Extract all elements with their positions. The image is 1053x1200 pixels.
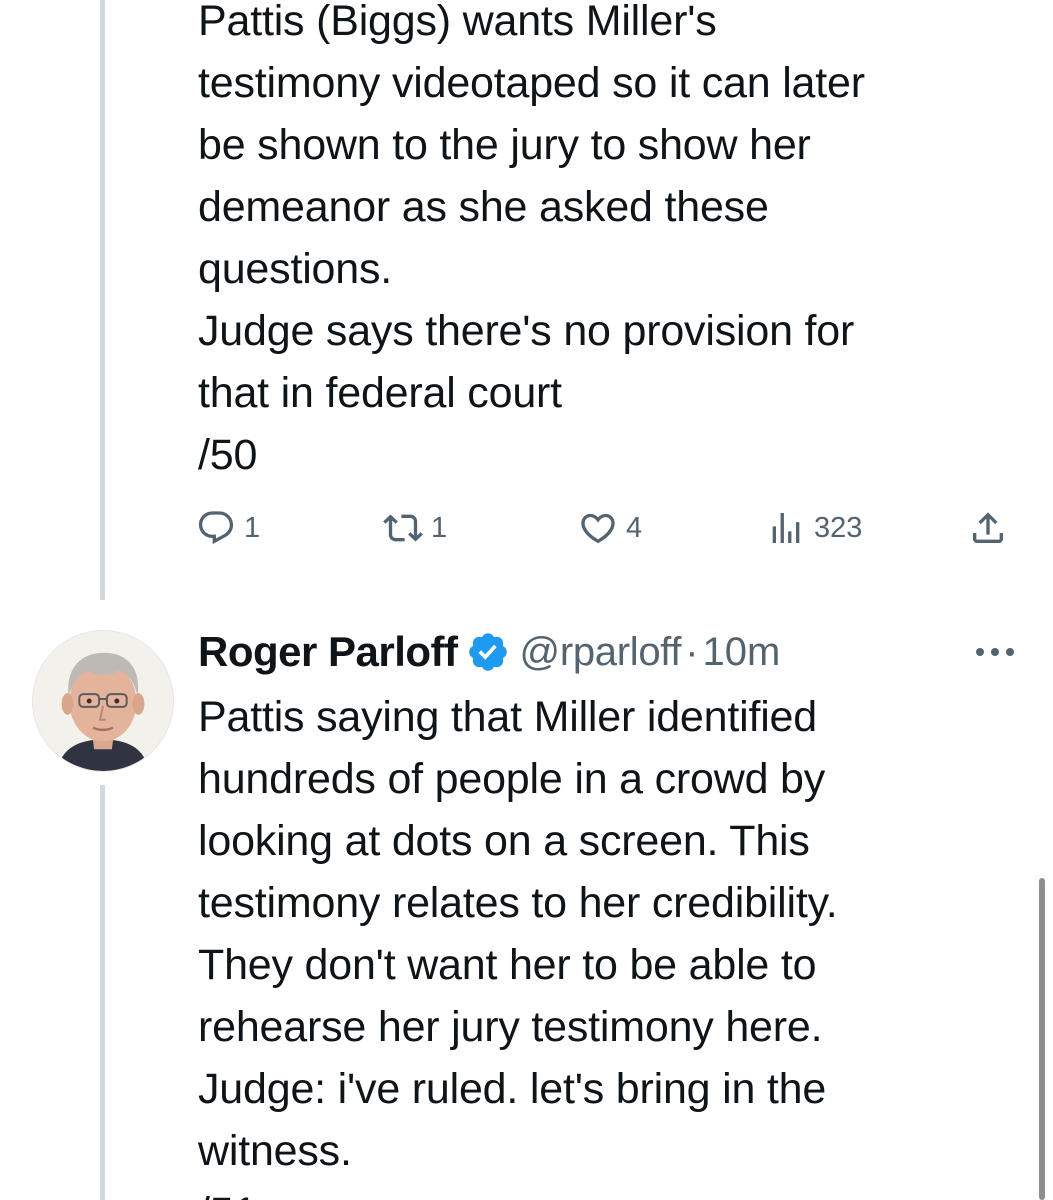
verified-badge-icon bbox=[468, 633, 507, 671]
more-icon bbox=[976, 648, 1014, 656]
avatar-portrait-image bbox=[33, 631, 173, 771]
views-button[interactable]: 323 bbox=[766, 508, 862, 548]
reply-count: 1 bbox=[244, 511, 261, 544]
author-handle[interactable]: @rparloff bbox=[520, 630, 682, 675]
header-separator: · bbox=[685, 629, 699, 674]
like-button[interactable]: 4 bbox=[578, 508, 642, 548]
tweet-timestamp[interactable]: 10m bbox=[703, 630, 781, 675]
retweet-button[interactable]: 1 bbox=[383, 508, 447, 548]
share-icon bbox=[973, 512, 1003, 543]
retweet-count: 1 bbox=[431, 511, 448, 544]
more-options-button[interactable] bbox=[972, 632, 1018, 672]
tweet-text: Pattis (Biggs) wants Miller's testimony … bbox=[198, 0, 865, 479]
tweet-text: Pattis saying that Miller identified hun… bbox=[198, 693, 838, 1200]
views-icon bbox=[772, 513, 800, 543]
scrollbar[interactable] bbox=[1039, 878, 1045, 1200]
retweet-icon bbox=[383, 514, 423, 542]
tweet-header: Roger Parloff @rparloff · 10m bbox=[198, 622, 780, 682]
share-button[interactable] bbox=[968, 508, 1008, 548]
author-name[interactable]: Roger Parloff bbox=[198, 628, 458, 676]
reply-icon bbox=[198, 511, 234, 545]
tweet-actions-bar: 1 1 4 323 bbox=[0, 508, 1053, 568]
author-avatar[interactable] bbox=[32, 630, 174, 772]
thread-connector-line bbox=[100, 785, 105, 1200]
view-count: 323 bbox=[814, 511, 863, 544]
heart-icon bbox=[581, 513, 615, 544]
like-count: 4 bbox=[626, 511, 643, 544]
reply-button[interactable]: 1 bbox=[196, 508, 260, 548]
